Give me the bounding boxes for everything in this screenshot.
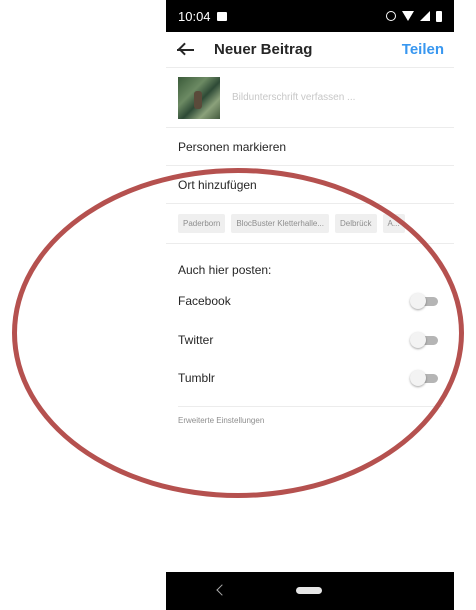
add-location-row[interactable]: Ort hinzufügen bbox=[166, 166, 454, 204]
alarm-icon bbox=[386, 11, 396, 21]
facebook-toggle[interactable] bbox=[410, 293, 438, 309]
back-arrow-icon[interactable] bbox=[166, 32, 206, 68]
share-twitter-row: Twitter bbox=[166, 321, 454, 359]
share-target-label: Tumblr bbox=[178, 371, 215, 385]
advanced-settings-link[interactable]: Erweiterte Einstellungen bbox=[178, 416, 264, 425]
tag-people-row[interactable]: Personen markieren bbox=[166, 128, 454, 166]
tag-people-label: Personen markieren bbox=[178, 139, 287, 154]
post-thumbnail bbox=[178, 76, 220, 119]
system-home-pill[interactable] bbox=[296, 587, 322, 594]
status-time: 10:04 bbox=[178, 8, 211, 24]
share-target-label: Twitter bbox=[178, 333, 214, 347]
location-chip[interactable]: BlocBuster Kletterhalle... bbox=[231, 214, 329, 233]
divider bbox=[178, 406, 442, 407]
caption-row bbox=[166, 68, 454, 128]
share-target-label: Facebook bbox=[178, 294, 231, 308]
app-header: Neuer Beitrag Teilen bbox=[166, 32, 454, 68]
status-bar: 10:04 bbox=[166, 0, 454, 32]
advanced-settings-row[interactable]: Erweiterte Einstellungen bbox=[166, 410, 454, 430]
system-back-icon[interactable] bbox=[216, 584, 228, 596]
also-post-heading-row: Auch hier posten: bbox=[166, 256, 454, 284]
location-chip[interactable]: Delbrück bbox=[334, 214, 377, 233]
share-button[interactable]: Teilen bbox=[402, 41, 444, 58]
battery-icon bbox=[436, 10, 442, 22]
signal-icon bbox=[420, 11, 430, 21]
system-navigation-bar bbox=[166, 572, 454, 610]
share-tumblr-row: Tumblr bbox=[166, 359, 454, 397]
also-post-heading: Auch hier posten: bbox=[178, 263, 272, 277]
phone-screen: 10:04 Neuer Beitrag Teilen Personen mark… bbox=[166, 0, 454, 610]
location-suggestions: Paderborn BlocBuster Kletterhalle... Del… bbox=[166, 204, 454, 244]
image-notification-icon bbox=[216, 11, 227, 21]
twitter-toggle[interactable] bbox=[410, 332, 438, 348]
add-location-label: Ort hinzufügen bbox=[178, 177, 257, 192]
caption-input[interactable] bbox=[230, 91, 434, 104]
page-title: Neuer Beitrag bbox=[214, 41, 313, 58]
location-chip[interactable]: A... bbox=[382, 214, 405, 233]
tumblr-toggle[interactable] bbox=[410, 370, 438, 386]
wifi-icon bbox=[402, 11, 414, 21]
location-chip[interactable]: Paderborn bbox=[178, 214, 226, 233]
share-facebook-row: Facebook bbox=[166, 282, 454, 320]
